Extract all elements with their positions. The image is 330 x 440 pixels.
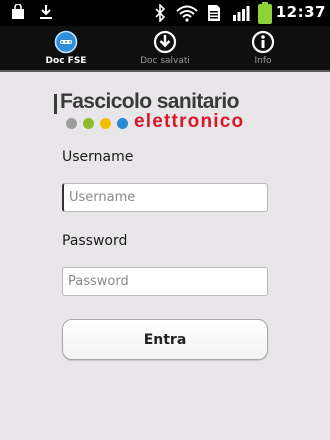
download-circle-icon <box>153 30 177 54</box>
download-icon <box>40 5 52 19</box>
tab-doc-fse[interactable]: Doc FSE <box>11 26 121 70</box>
tab-info[interactable]: Info <box>208 26 318 70</box>
signal-icon <box>233 6 250 21</box>
logo-dot-gray <box>66 118 77 129</box>
fse-logo: Fascicolo sanitario elettronico <box>54 90 276 134</box>
bluetooth-icon <box>155 4 166 22</box>
username-label: Username <box>62 149 134 165</box>
logo-subtitle: elettronico <box>134 111 245 132</box>
password-input[interactable] <box>62 267 268 296</box>
battery-icon <box>258 2 272 24</box>
login-button[interactable]: Entra <box>62 319 268 360</box>
sim-icon <box>208 5 220 21</box>
username-input[interactable] <box>62 183 268 212</box>
logo-dot-green <box>83 118 94 129</box>
shopping-bag-icon <box>12 4 24 19</box>
tab-label: Doc FSE <box>45 56 87 66</box>
logo-dot-blue <box>117 118 128 129</box>
tab-label: Doc salvati <box>140 56 190 66</box>
password-label: Password <box>62 233 128 249</box>
info-icon <box>251 30 275 54</box>
tab-bar: Doc FSE Doc salvati Info <box>0 26 330 72</box>
fse-icon <box>54 30 78 54</box>
tab-doc-salvati[interactable]: Doc salvati <box>110 26 220 70</box>
tab-label: Info <box>254 56 272 66</box>
status-bar: 12:37 <box>0 0 330 26</box>
clock: 12:37 <box>275 3 326 21</box>
logo-bar <box>54 94 57 114</box>
wifi-icon <box>176 5 198 22</box>
logo-dot-yellow <box>100 118 111 129</box>
